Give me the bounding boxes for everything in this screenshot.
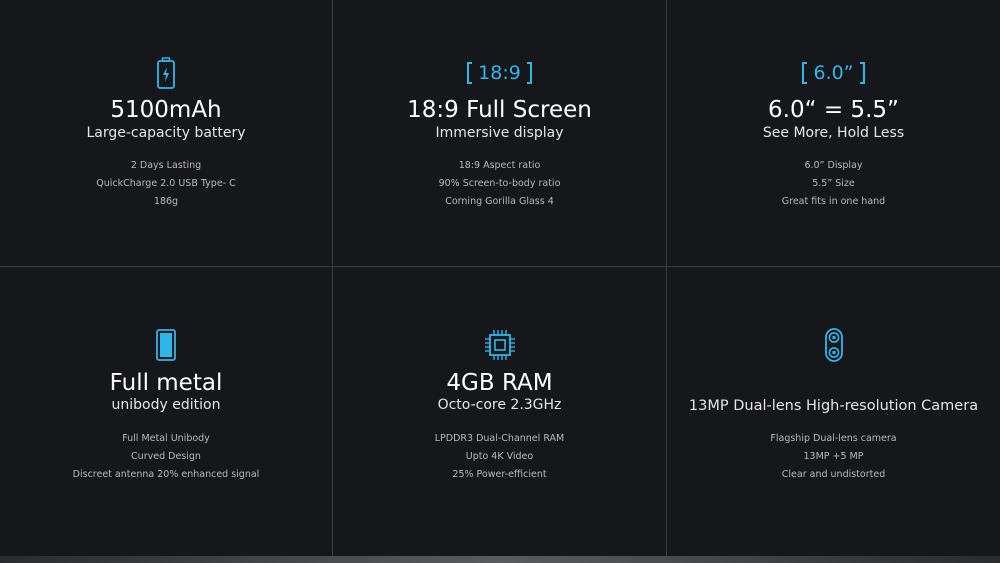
- feature-grid: 5100mAh Large-capacity battery 2 Days La…: [0, 0, 1000, 556]
- feature-screen-size: 6.0” 6.0“ = 5.5” See More, Hold Less 6.0…: [667, 0, 1000, 267]
- screen-size-badge: 6.0”: [802, 62, 865, 84]
- cpu-chip-icon: [484, 330, 515, 360]
- phone-body-icon: [156, 329, 176, 361]
- feature-subtitle: Octo-core 2.3GHz: [437, 397, 562, 413]
- bracket-right-icon: [859, 62, 865, 84]
- detail-item: 25% Power-efficient: [452, 469, 547, 480]
- detail-item: Curved Design: [131, 451, 201, 462]
- feature-headline: 6.0“ = 5.5”: [768, 97, 899, 123]
- feature-subtitle: 13MP Dual-lens High-resolution Camera: [688, 398, 979, 414]
- feature-subtitle: Immersive display: [435, 125, 564, 141]
- feature-battery: 5100mAh Large-capacity battery 2 Days La…: [0, 0, 333, 267]
- detail-item: 90% Screen-to-body ratio: [438, 178, 561, 189]
- cpu-chip-icon-wrap: [333, 329, 666, 361]
- feature-details: 2 Days Lasting QuickCharge 2.0 USB Type-…: [0, 157, 332, 211]
- feature-camera: 13MP Dual-lens High-resolution Camera Fl…: [667, 267, 1000, 556]
- bracket-left-icon: [467, 62, 473, 84]
- bracket-right-icon: [526, 62, 532, 84]
- detail-item: Clear and undistorted: [781, 469, 886, 480]
- feature-headline: 4GB RAM: [446, 370, 553, 396]
- detail-item: 186g: [153, 196, 179, 207]
- dual-camera-icon-wrap: [667, 328, 1000, 362]
- feature-headline: 5100mAh: [110, 97, 222, 123]
- detail-item: Upto 4K Video: [465, 451, 534, 462]
- detail-item: 2 Days Lasting: [130, 160, 202, 171]
- detail-item: 18:9 Aspect ratio: [458, 160, 541, 171]
- feature-details: Flagship Dual-lens camera 13MP +5 MP Cle…: [667, 430, 1000, 484]
- detail-item: Corning Gorilla Glass 4: [445, 196, 554, 207]
- aspect-ratio-badge-wrap: 18:9: [333, 57, 666, 89]
- feature-ram: 4GB RAM Octo-core 2.3GHz LPDDR3 Dual-Cha…: [333, 267, 667, 556]
- detail-item: Flagship Dual-lens camera: [770, 433, 897, 444]
- detail-item: 6.0” Display: [804, 160, 863, 171]
- bracket-left-icon: [802, 62, 808, 84]
- detail-item: Great fits in one hand: [781, 196, 886, 207]
- dual-camera-icon: [824, 328, 843, 362]
- badge-text: 6.0”: [813, 62, 854, 84]
- feature-metal-body: Full metal unibody edition Full Metal Un…: [0, 267, 333, 556]
- screen-size-badge-wrap: 6.0”: [667, 57, 1000, 89]
- feature-details: 6.0” Display 5.5” Size Great fits in one…: [667, 157, 1000, 211]
- detail-item: Discreet antenna 20% enhanced signal: [72, 469, 260, 480]
- feature-headline: 18:9 Full Screen: [407, 97, 592, 123]
- detail-item: QuickCharge 2.0 USB Type- C: [96, 178, 236, 189]
- battery-icon-wrap: [0, 57, 332, 89]
- feature-details: LPDDR3 Dual-Channel RAM Upto 4K Video 25…: [333, 430, 666, 484]
- detail-item: LPDDR3 Dual-Channel RAM: [434, 433, 565, 444]
- detail-item: 13MP +5 MP: [803, 451, 864, 462]
- aspect-ratio-badge: 18:9: [467, 62, 532, 84]
- feature-subtitle: Large-capacity battery: [86, 125, 246, 141]
- bottom-divider-bar: [0, 556, 1000, 563]
- feature-headline: Full metal: [109, 370, 223, 396]
- badge-text: 18:9: [478, 62, 521, 84]
- feature-full-screen: 18:9 18:9 Full Screen Immersive display …: [333, 0, 667, 267]
- phone-body-icon-wrap: [0, 329, 332, 361]
- feature-details: Full Metal Unibody Curved Design Discree…: [0, 430, 332, 484]
- battery-icon: [157, 57, 175, 89]
- feature-subtitle: unibody edition: [111, 397, 221, 413]
- detail-item: Full Metal Unibody: [122, 433, 210, 444]
- feature-details: 18:9 Aspect ratio 90% Screen-to-body rat…: [333, 157, 666, 211]
- feature-subtitle: See More, Hold Less: [762, 125, 905, 141]
- detail-item: 5.5” Size: [812, 178, 855, 189]
